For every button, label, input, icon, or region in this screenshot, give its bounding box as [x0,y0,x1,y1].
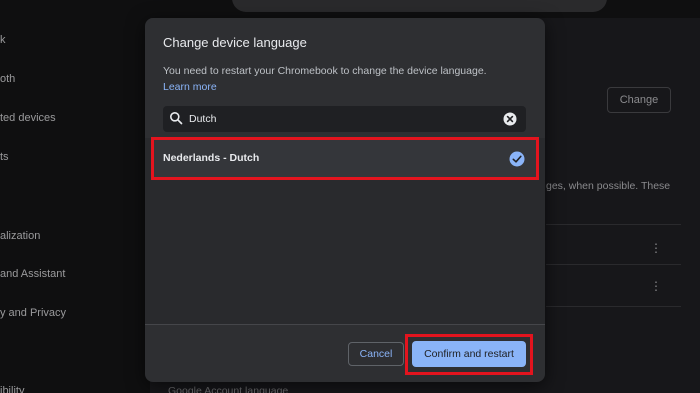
sidebar-item-accessibility[interactable]: ibility [0,385,24,393]
screen: k oth ted devices ts alization and Assis… [0,0,700,393]
sidebar-item-network[interactable]: k [0,34,6,52]
cancel-button[interactable]: Cancel [348,342,404,366]
search-input[interactable] [189,109,489,129]
more-options-icon[interactable]: ⋮ [650,241,662,255]
dialog-title: Change device language [163,35,307,50]
dialog-description-text: You need to restart your Chromebook to c… [163,65,487,77]
search-icon [170,112,183,125]
top-search-bar [232,0,607,12]
language-description-text: ges, when possible. These [546,180,671,192]
sidebar-item-accounts[interactable]: ts [0,151,9,169]
sidebar-item-search-assistant[interactable]: and Assistant [0,268,65,286]
google-account-language-label: Google Account language [168,385,289,393]
change-language-dialog: Change device language You need to resta… [145,18,545,382]
sidebar-item-security-privacy[interactable]: y and Privacy [0,307,66,325]
checkmark-icon [509,151,525,167]
language-search-box[interactable] [163,106,526,132]
language-option-label: Nederlands - Dutch [163,152,260,164]
dialog-description: You need to restart your Chromebook to c… [163,63,513,95]
language-results-list: Nederlands - Dutch [145,138,545,324]
language-option-nederlands[interactable]: Nederlands - Dutch [153,140,537,180]
learn-more-link[interactable]: Learn more [163,81,217,93]
divider [546,306,681,307]
divider [546,224,681,225]
change-button[interactable]: Change [607,87,671,113]
divider [546,264,681,265]
sidebar: k oth ted devices ts alization and Assis… [0,0,150,393]
confirm-and-restart-button[interactable]: Confirm and restart [412,341,526,367]
sidebar-item-personalization[interactable]: alization [0,230,40,248]
sidebar-item-bluetooth[interactable]: oth [0,73,15,91]
more-options-icon[interactable]: ⋮ [650,279,662,293]
clear-icon[interactable] [503,112,517,126]
sidebar-item-connected-devices[interactable]: ted devices [0,112,56,130]
dialog-footer-divider [145,324,545,325]
